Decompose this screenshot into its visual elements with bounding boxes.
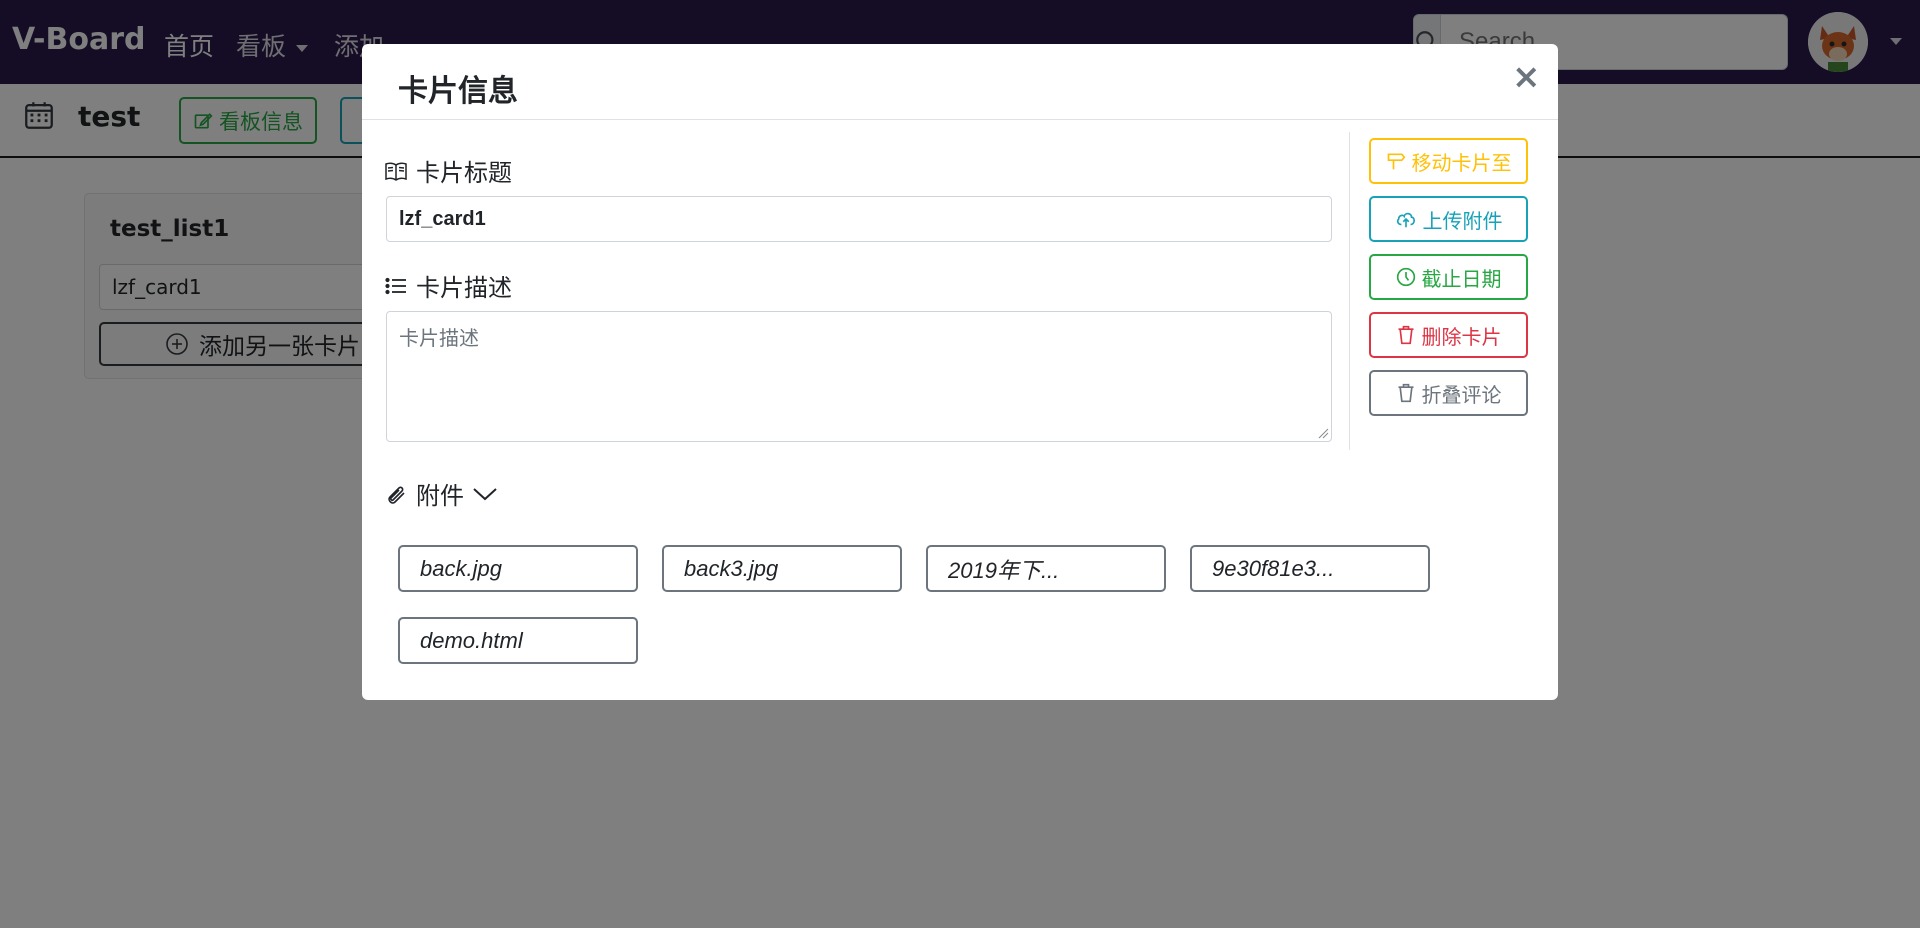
card-description-label-text: 卡片描述 bbox=[416, 274, 512, 302]
attachment-item[interactable]: back3.jpg bbox=[662, 545, 902, 592]
vertical-divider bbox=[1349, 132, 1350, 450]
delete-card-label: 删除卡片 bbox=[1421, 324, 1502, 349]
fold-comments-label: 折叠评论 bbox=[1421, 382, 1502, 407]
attachment-item[interactable]: demo.html bbox=[398, 617, 638, 664]
trash-icon bbox=[1398, 325, 1413, 345]
paperclip-icon bbox=[388, 486, 405, 504]
card-description-label: 卡片描述 bbox=[384, 268, 512, 303]
due-date-label: 截止日期 bbox=[1421, 266, 1502, 291]
due-date-button[interactable]: 截止日期 bbox=[1369, 254, 1528, 300]
trash-icon bbox=[1398, 383, 1413, 403]
attachment-item[interactable]: back.jpg bbox=[398, 545, 638, 592]
card-title-input[interactable]: lzf_card1 bbox=[386, 196, 1332, 242]
upload-attachment-button[interactable]: 上传附件 bbox=[1369, 196, 1528, 242]
fold-comments-button[interactable]: 折叠评论 bbox=[1369, 370, 1528, 416]
modal-header: 卡片信息 × bbox=[362, 44, 1558, 120]
upload-attachment-label: 上传附件 bbox=[1422, 208, 1503, 233]
list-icon bbox=[385, 277, 406, 294]
attachments-label: 附件 bbox=[416, 482, 464, 510]
clock-icon bbox=[1396, 267, 1415, 287]
book-icon bbox=[385, 162, 407, 181]
attachments-toggle[interactable]: 附件 bbox=[384, 476, 498, 511]
close-icon[interactable]: × bbox=[1512, 60, 1541, 94]
attachment-item[interactable]: 2019年下... bbox=[926, 545, 1166, 592]
description-placeholder: 卡片描述 bbox=[399, 328, 479, 350]
attachment-item[interactable]: 9e30f81e3... bbox=[1190, 545, 1430, 592]
card-title-label: 卡片标题 bbox=[384, 153, 512, 188]
signpost-icon bbox=[1387, 153, 1405, 170]
chevron-down-icon bbox=[473, 487, 497, 500]
delete-card-button[interactable]: 删除卡片 bbox=[1369, 312, 1528, 358]
move-card-label: 移动卡片至 bbox=[1411, 150, 1512, 175]
card-title-label-text: 卡片标题 bbox=[416, 159, 512, 187]
cloud-upload-icon bbox=[1396, 212, 1415, 228]
modal-title: 卡片信息 bbox=[398, 74, 518, 109]
card-info-modal: 卡片信息 × 卡片标题 lzf_card1 卡片描述 卡片描述 移动卡片至 上传… bbox=[362, 44, 1558, 700]
card-description-textarea[interactable]: 卡片描述 bbox=[386, 311, 1332, 442]
move-card-button[interactable]: 移动卡片至 bbox=[1369, 138, 1528, 184]
resize-grip-icon[interactable] bbox=[1317, 427, 1329, 439]
